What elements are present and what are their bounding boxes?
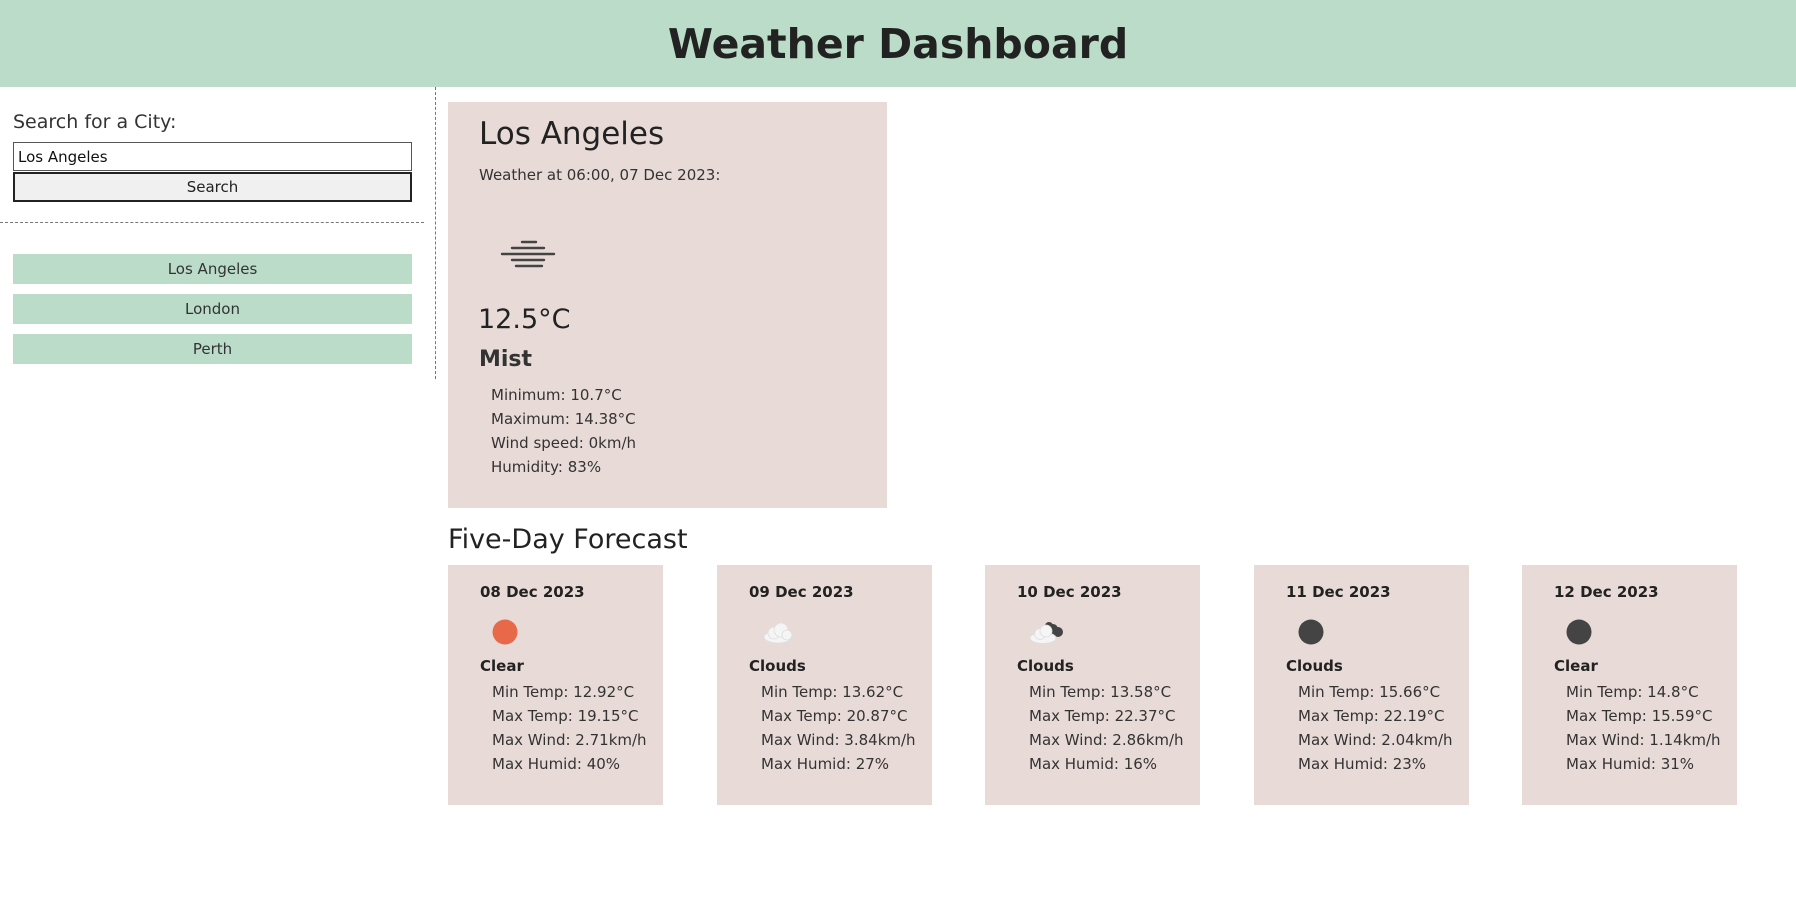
forecast-card: 08 Dec 2023 Clear Min Temp: 12.92°C Max … <box>448 565 663 805</box>
current-wind: Wind speed: 0km/h <box>491 434 637 452</box>
sun-icon <box>492 619 518 645</box>
forecast-date: 10 Dec 2023 <box>1017 583 1122 601</box>
history-button-los-angeles[interactable]: Los Angeles <box>13 254 412 284</box>
forecast-date: 09 Dec 2023 <box>749 583 854 601</box>
forecast-max-temp: Max Temp: 22.19°C <box>1298 707 1445 725</box>
sidebar: Search for a City: Search Los Angeles Lo… <box>0 87 436 379</box>
cloud-icon <box>763 622 793 644</box>
page-title: Weather Dashboard <box>667 19 1129 68</box>
forecast-max-wind: Max Wind: 3.84km/h <box>761 731 916 749</box>
forecast-min-temp: Min Temp: 13.58°C <box>1029 683 1172 701</box>
forecast-max-temp: Max Temp: 15.59°C <box>1566 707 1713 725</box>
search-label: Search for a City: <box>13 111 177 133</box>
current-temperature: 12.5°C <box>478 304 571 335</box>
forecast-details: Min Temp: 14.8°C Max Temp: 15.59°C Max W… <box>1566 680 1721 776</box>
search-button[interactable]: Search <box>13 172 412 202</box>
moon-icon <box>1566 619 1592 645</box>
forecast-max-wind: Max Wind: 1.14km/h <box>1566 731 1721 749</box>
forecast-max-humid: Max Humid: 27% <box>761 755 890 773</box>
history-button-perth[interactable]: Perth <box>13 334 412 364</box>
mist-icon <box>500 240 556 268</box>
current-time: Weather at 06:00, 07 Dec 2023: <box>479 166 721 184</box>
forecast-details: Min Temp: 12.92°C Max Temp: 19.15°C Max … <box>492 680 647 776</box>
forecast-min-temp: Min Temp: 15.66°C <box>1298 683 1441 701</box>
forecast-max-humid: Max Humid: 40% <box>492 755 621 773</box>
search-input[interactable] <box>13 142 412 171</box>
forecast-min-temp: Min Temp: 14.8°C <box>1566 683 1699 701</box>
forecast-max-wind: Max Wind: 2.71km/h <box>492 731 647 749</box>
forecast-title: Five-Day Forecast <box>448 524 688 555</box>
forecast-card: 09 Dec 2023 Clouds Min Temp: 13.62°C Max… <box>717 565 932 805</box>
forecast-max-temp: Max Temp: 22.37°C <box>1029 707 1176 725</box>
forecast-details: Min Temp: 15.66°C Max Temp: 22.19°C Max … <box>1298 680 1453 776</box>
forecast-condition: Clear <box>480 657 524 675</box>
current-humidity: Humidity: 83% <box>491 458 602 476</box>
forecast-card: 11 Dec 2023 Clouds Min Temp: 15.66°C Max… <box>1254 565 1469 805</box>
broken-clouds-icon <box>1029 622 1063 644</box>
forecast-date: 11 Dec 2023 <box>1286 583 1391 601</box>
night-clouds-icon <box>1298 619 1324 645</box>
current-minimum: Minimum: 10.7°C <box>491 386 622 404</box>
current-description: Mist <box>479 347 533 372</box>
forecast-condition: Clouds <box>1017 657 1074 675</box>
forecast-max-humid: Max Humid: 31% <box>1566 755 1695 773</box>
current-weather-card: Los Angeles Weather at 06:00, 07 Dec 202… <box>448 102 887 508</box>
forecast-max-temp: Max Temp: 20.87°C <box>761 707 908 725</box>
forecast-min-temp: Min Temp: 12.92°C <box>492 683 635 701</box>
forecast-details: Min Temp: 13.58°C Max Temp: 22.37°C Max … <box>1029 680 1184 776</box>
forecast-min-temp: Min Temp: 13.62°C <box>761 683 904 701</box>
forecast-max-humid: Max Humid: 23% <box>1298 755 1427 773</box>
forecast-date: 08 Dec 2023 <box>480 583 585 601</box>
forecast-details: Min Temp: 13.62°C Max Temp: 20.87°C Max … <box>761 680 916 776</box>
forecast-max-wind: Max Wind: 2.04km/h <box>1298 731 1453 749</box>
current-city: Los Angeles <box>479 116 665 152</box>
forecast-condition: Clear <box>1554 657 1598 675</box>
current-maximum: Maximum: 14.38°C <box>491 410 636 428</box>
forecast-card: 10 Dec 2023 Clouds Min Temp: 13.58°C Max… <box>985 565 1200 805</box>
forecast-max-wind: Max Wind: 2.86km/h <box>1029 731 1184 749</box>
forecast-condition: Clouds <box>749 657 806 675</box>
page-header: Weather Dashboard <box>0 0 1796 87</box>
history-button-london[interactable]: London <box>13 294 412 324</box>
forecast-date: 12 Dec 2023 <box>1554 583 1659 601</box>
forecast-condition: Clouds <box>1286 657 1343 675</box>
sidebar-divider <box>0 222 424 223</box>
forecast-card: 12 Dec 2023 Clear Min Temp: 14.8°C Max T… <box>1522 565 1737 805</box>
forecast-max-humid: Max Humid: 16% <box>1029 755 1158 773</box>
forecast-max-temp: Max Temp: 19.15°C <box>492 707 639 725</box>
current-details: Minimum: 10.7°C Maximum: 14.38°C Wind sp… <box>491 383 636 479</box>
